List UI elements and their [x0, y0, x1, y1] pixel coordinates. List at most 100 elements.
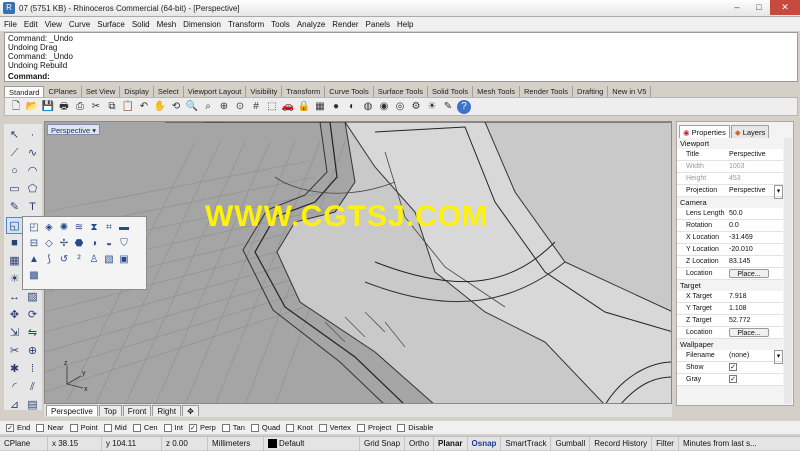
- tab-mesh-tools[interactable]: Mesh Tools: [473, 86, 520, 97]
- patch-icon[interactable]: ✺: [57, 221, 71, 235]
- tab-new-in-v5[interactable]: New in V5: [608, 86, 652, 97]
- grid-snap-toggle[interactable]: Grid Snap: [360, 436, 406, 451]
- drape-icon[interactable]: ♙: [87, 253, 101, 267]
- rendered-icon[interactable]: ◐: [345, 100, 359, 114]
- network-icon[interactable]: ⌗: [102, 221, 116, 235]
- surface-tools-icon[interactable]: ◱: [6, 217, 23, 234]
- options-icon[interactable]: ⚙: [409, 100, 423, 114]
- tab-viewport-layout[interactable]: Viewport Layout: [184, 86, 247, 97]
- open-icon[interactable]: 📂: [25, 100, 39, 114]
- osnap-knot[interactable]: Knot: [286, 423, 313, 432]
- osnap-near[interactable]: Near: [36, 423, 64, 432]
- curve-icon[interactable]: ∿: [24, 145, 41, 162]
- tab-properties[interactable]: ◉ Properties: [679, 125, 730, 138]
- tab-render-tools[interactable]: Render Tools: [520, 86, 574, 97]
- osnap-toggle[interactable]: Osnap: [468, 436, 502, 451]
- tab-surface-tools[interactable]: Surface Tools: [374, 86, 429, 97]
- layer-icon[interactable]: ▦: [313, 100, 327, 114]
- revolve-icon[interactable]: ✢: [57, 237, 71, 251]
- zoom-icon[interactable]: 🔍: [185, 100, 199, 114]
- rotate-view-icon[interactable]: ⟲: [169, 100, 183, 114]
- car-icon[interactable]: 🚗: [281, 100, 295, 114]
- surface-corner-icon[interactable]: ◰: [27, 221, 41, 235]
- osnap-checkbox[interactable]: ✓: [188, 423, 197, 432]
- heightfield-icon[interactable]: ▧: [102, 253, 116, 267]
- tab-cplanes[interactable]: CPlanes: [44, 86, 82, 97]
- join-icon[interactable]: ⊕: [24, 343, 41, 360]
- menu-curve[interactable]: Curve: [69, 20, 90, 29]
- plane-surface-icon[interactable]: ▣: [117, 253, 131, 267]
- loft-icon[interactable]: ≋: [72, 221, 86, 235]
- extrude-icon[interactable]: ⊟: [27, 237, 41, 251]
- osnap-perp[interactable]: ✓ Perp: [188, 423, 216, 432]
- offset-surface-icon[interactable]: ⛉: [117, 237, 131, 251]
- osnap-checkbox[interactable]: [163, 423, 172, 432]
- osnap-checkbox[interactable]: [356, 423, 365, 432]
- gumball-toggle[interactable]: Gumball: [551, 436, 591, 451]
- mesh-icon[interactable]: ▦: [6, 253, 23, 270]
- explode-icon[interactable]: ✱: [6, 361, 23, 378]
- surface-edge-icon[interactable]: ◈: [42, 221, 56, 235]
- command-prompt[interactable]: Command:: [4, 72, 798, 82]
- move-icon[interactable]: ✥: [6, 307, 23, 324]
- undo-icon[interactable]: ↶: [137, 100, 151, 114]
- osnap-checkbox[interactable]: [318, 423, 327, 432]
- menu-transform[interactable]: Transform: [228, 20, 264, 29]
- layout-icon[interactable]: ▤: [24, 397, 41, 414]
- blend-icon[interactable]: ◑: [87, 237, 101, 251]
- gray-checkbox[interactable]: ✓: [729, 375, 737, 384]
- offset-icon[interactable]: ⫽: [24, 379, 41, 396]
- menu-edit[interactable]: Edit: [24, 20, 38, 29]
- menu-file[interactable]: File: [4, 20, 17, 29]
- menu-panels[interactable]: Panels: [366, 20, 390, 29]
- ortho-toggle[interactable]: Ortho: [405, 436, 435, 451]
- sweep1-icon[interactable]: ↺: [57, 253, 71, 267]
- osnap-checkbox[interactable]: [132, 423, 141, 432]
- trim-icon[interactable]: ✂: [6, 343, 23, 360]
- rectangle-icon[interactable]: ▭: [6, 181, 23, 198]
- z-location-field[interactable]: 83.145: [727, 256, 783, 267]
- circle-icon[interactable]: ○: [6, 163, 23, 180]
- record-history-toggle[interactable]: Record History: [590, 436, 653, 451]
- osnap-tan[interactable]: Tan: [221, 423, 245, 432]
- planar-toggle[interactable]: Planar: [434, 436, 468, 451]
- import-icon[interactable]: ⎙: [73, 100, 87, 114]
- freeform-icon[interactable]: ✎: [6, 199, 23, 216]
- menu-analyze[interactable]: Analyze: [297, 20, 325, 29]
- grid-icon[interactable]: #: [249, 100, 263, 114]
- x-location-field[interactable]: -31.469: [727, 232, 783, 243]
- sweep2-icon[interactable]: ²: [72, 253, 86, 267]
- polygon-icon[interactable]: ⬠: [24, 181, 41, 198]
- y-target-field[interactable]: 1.108: [727, 303, 783, 314]
- rotate-icon[interactable]: ⟳: [24, 307, 41, 324]
- rail-revolve-icon[interactable]: ⬣: [72, 237, 86, 251]
- smarttrack-toggle[interactable]: SmartTrack: [501, 436, 552, 451]
- menu-tools[interactable]: Tools: [271, 20, 290, 29]
- chevron-down-icon[interactable]: ▾: [774, 185, 783, 199]
- arc-icon[interactable]: ◠: [24, 163, 41, 180]
- tab-set-view[interactable]: Set View: [82, 86, 121, 97]
- analyze-icon[interactable]: ⊿: [6, 397, 23, 414]
- camera-place-button[interactable]: Place...: [729, 269, 769, 278]
- osnap-project[interactable]: Project: [356, 423, 391, 432]
- menu-help[interactable]: Help: [397, 20, 413, 29]
- planar-icon[interactable]: ▬: [117, 221, 131, 235]
- tube-icon[interactable]: ⟆: [42, 253, 56, 267]
- point-icon[interactable]: ·: [24, 127, 41, 144]
- copy-icon[interactable]: ⧉: [105, 100, 119, 114]
- render-icon[interactable]: ◎: [393, 100, 407, 114]
- zoom-extents-icon[interactable]: ⊕: [217, 100, 231, 114]
- view-tab-front[interactable]: Front: [122, 405, 152, 416]
- viewport-title-tab[interactable]: Perspective ▾: [47, 124, 101, 135]
- render-light-icon[interactable]: ☀: [6, 271, 23, 288]
- tab-select[interactable]: Select: [154, 86, 184, 97]
- view-tab-perspective[interactable]: Perspective: [46, 405, 98, 416]
- lock-icon[interactable]: 🔒: [297, 100, 311, 114]
- tab-drafting[interactable]: Drafting: [573, 86, 609, 97]
- zoom-window-icon[interactable]: ⌕: [201, 100, 215, 114]
- light-icon[interactable]: ☀: [425, 100, 439, 114]
- menu-view[interactable]: View: [45, 20, 62, 29]
- current-layer[interactable]: Default: [264, 436, 360, 451]
- osnap-checkbox[interactable]: ✓: [6, 423, 14, 432]
- sweep-icon[interactable]: ⧗: [87, 221, 101, 235]
